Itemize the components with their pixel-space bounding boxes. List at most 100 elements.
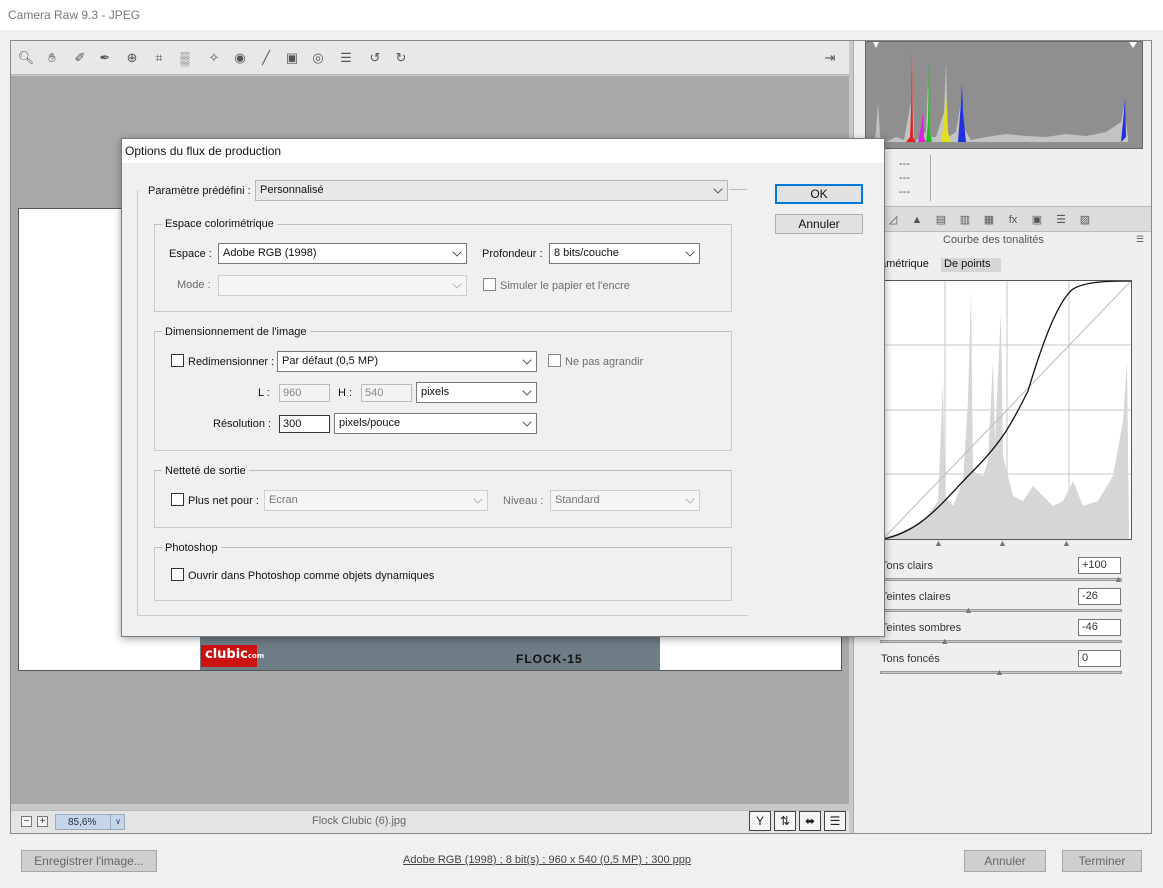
slider-value-shadows[interactable]: 0 xyxy=(1078,650,1121,667)
photo-text: FLOCK-15 xyxy=(516,652,583,666)
logo-text: clubic xyxy=(205,647,248,662)
zoom-icon[interactable]: 🔍︎ xyxy=(17,49,35,67)
zoom-value: 85,6% xyxy=(68,817,97,828)
unit-select[interactable]: pixels xyxy=(416,382,537,403)
dialog-title: Options du flux de production xyxy=(125,144,282,158)
resolution-field[interactable]: 300 xyxy=(279,415,330,433)
tab-detail-icon[interactable]: ▤ xyxy=(931,211,951,229)
resolution-label: Résolution : xyxy=(213,418,272,430)
resize-value: Par défaut (0,5 MP) xyxy=(282,355,378,367)
tab-snapshots-icon[interactable]: ▨ xyxy=(1075,211,1095,229)
clubic-logo: clubiccom xyxy=(201,645,264,667)
targeted-adjust-icon[interactable]: ⊕ xyxy=(123,49,141,67)
red-eye-icon[interactable]: ◉ xyxy=(231,49,249,67)
swap-icon[interactable]: ⇅ xyxy=(774,811,796,831)
width-label: L : xyxy=(258,387,270,399)
width-field[interactable]: 960 xyxy=(279,384,330,402)
copy-settings-icon[interactable]: ⬌ xyxy=(799,811,821,831)
tone-curve-graph[interactable] xyxy=(882,280,1132,540)
slider-thumb-lights[interactable]: ▲ xyxy=(964,606,973,615)
depth-value: 8 bits/couche xyxy=(554,247,619,259)
slider-track-lights[interactable] xyxy=(880,609,1122,612)
depth-label: Profondeur : xyxy=(482,248,543,260)
no-enlarge-label: Ne pas agrandir xyxy=(565,356,644,368)
chevron-down-icon xyxy=(522,355,532,365)
slider-label-shadows: Tons foncés xyxy=(881,653,940,665)
adjustment-brush-icon[interactable]: ╱ xyxy=(257,49,275,67)
slider-value-highlights[interactable]: +100 xyxy=(1078,557,1121,574)
tab-fx-icon[interactable]: fx xyxy=(1003,211,1023,229)
tab-parametric[interactable]: amétrique xyxy=(880,258,938,272)
unit-value: pixels xyxy=(421,386,450,398)
zoom-out-button[interactable]: − xyxy=(21,816,32,827)
file-name: Flock Clubic (6).jpg xyxy=(312,815,407,827)
slider-thumb-shadows[interactable]: ▲ xyxy=(995,668,1004,677)
slider-thumb-darks[interactable]: ▲ xyxy=(940,637,949,646)
smart-objects-checkbox[interactable] xyxy=(171,568,184,581)
sharpen-select[interactable]: Ecran xyxy=(264,490,488,511)
mode-select[interactable] xyxy=(218,275,467,296)
no-enlarge-checkbox[interactable] xyxy=(548,354,561,367)
slider-track-highlights[interactable] xyxy=(880,578,1122,581)
ok-button[interactable]: OK xyxy=(775,184,863,204)
sharpen-checkbox[interactable] xyxy=(171,493,184,506)
dialog-cancel-button[interactable]: Annuler xyxy=(775,214,863,234)
curve-split-handle-2[interactable]: ▲ xyxy=(998,539,1007,548)
separator xyxy=(930,155,931,201)
graduated-filter-icon[interactable]: ▣ xyxy=(283,49,301,67)
workflow-info-link[interactable]: Adobe RGB (1998) ; 8 bit(s) ; 960 x 540 … xyxy=(403,854,691,866)
hand-icon[interactable]: ✋︎ xyxy=(43,49,61,67)
title-bar: Camera Raw 9.3 - JPEG xyxy=(0,0,1163,30)
photoshop-legend: Photoshop xyxy=(162,542,221,554)
crop-icon[interactable]: ⌗ xyxy=(150,49,168,67)
tab-camera-icon[interactable]: ▣ xyxy=(1027,211,1047,229)
space-select[interactable]: Adobe RGB (1998) xyxy=(218,243,467,264)
level-select[interactable]: Standard xyxy=(550,490,700,511)
preset-select[interactable]: Personnalisé xyxy=(255,180,728,201)
color-sampler-icon[interactable]: ✒ xyxy=(96,49,114,67)
resolution-unit-select[interactable]: pixels/pouce xyxy=(334,413,537,434)
toggle-settings-icon[interactable]: ☰ xyxy=(824,811,846,831)
zoom-in-button[interactable]: + xyxy=(37,816,48,827)
chevron-down-icon xyxy=(522,386,532,396)
resize-select[interactable]: Par défaut (0,5 MP) xyxy=(277,351,537,372)
radial-filter-icon[interactable]: ◎ xyxy=(309,49,327,67)
slider-value-lights[interactable]: -26 xyxy=(1078,588,1121,605)
done-button[interactable]: Terminer xyxy=(1062,850,1142,872)
panel-menu-icon[interactable]: ☰ xyxy=(1136,234,1144,245)
tab-tone-curve-icon[interactable]: ▲ xyxy=(907,211,927,229)
tab-basic-icon[interactable]: ◿ xyxy=(883,211,903,229)
slider-value-darks[interactable]: -46 xyxy=(1078,619,1121,636)
simulate-checkbox[interactable] xyxy=(483,278,496,291)
straighten-icon[interactable]: ▒ xyxy=(176,49,194,67)
spot-removal-icon[interactable]: ✧ xyxy=(205,49,223,67)
white-balance-icon[interactable]: ✐ xyxy=(71,49,89,67)
slider-thumb-highlights[interactable]: ▲ xyxy=(1114,575,1123,584)
chevron-down-icon xyxy=(685,247,695,257)
simulate-label: Simuler le papier et l'encre xyxy=(500,280,630,292)
tab-points[interactable]: De points xyxy=(941,258,1001,272)
tab-presets-icon[interactable]: ☰ xyxy=(1051,211,1071,229)
curve-split-handle-3[interactable]: ▲ xyxy=(1062,539,1071,548)
fullscreen-icon[interactable]: ⇥ xyxy=(821,49,839,67)
resize-checkbox[interactable] xyxy=(171,354,184,367)
before-after-icon[interactable]: Y xyxy=(749,811,771,831)
preferences-icon[interactable]: ☰ xyxy=(337,49,355,67)
status-bar xyxy=(11,810,849,833)
curve-split-handle-1[interactable]: ▲ xyxy=(934,539,943,548)
save-image-button[interactable]: Enregistrer l'image... xyxy=(21,850,157,872)
cancel-button[interactable]: Annuler xyxy=(964,850,1046,872)
toolbar: 🔍︎ ✋︎ ✐ ✒ ⊕ ⌗ ▒ ✧ ◉ ╱ ▣ ◎ ☰ ↺ ↻ ⇥ xyxy=(11,41,849,75)
sizing-legend: Dimensionnement de l'image xyxy=(162,326,310,338)
chevron-down-icon[interactable]: ∨ xyxy=(110,814,125,830)
rotate-right-icon[interactable]: ↻ xyxy=(392,49,410,67)
tab-split-toning-icon[interactable]: ▦ xyxy=(979,211,999,229)
height-field[interactable]: 540 xyxy=(361,384,412,402)
slider-track-darks[interactable] xyxy=(880,640,1122,643)
tab-hsl-icon[interactable]: ▥ xyxy=(955,211,975,229)
depth-select[interactable]: 8 bits/couche xyxy=(549,243,700,264)
chevron-down-icon xyxy=(452,279,462,289)
rotate-left-icon[interactable]: ↺ xyxy=(366,49,384,67)
chevron-down-icon xyxy=(685,494,695,504)
window-title: Camera Raw 9.3 - JPEG xyxy=(8,8,141,22)
